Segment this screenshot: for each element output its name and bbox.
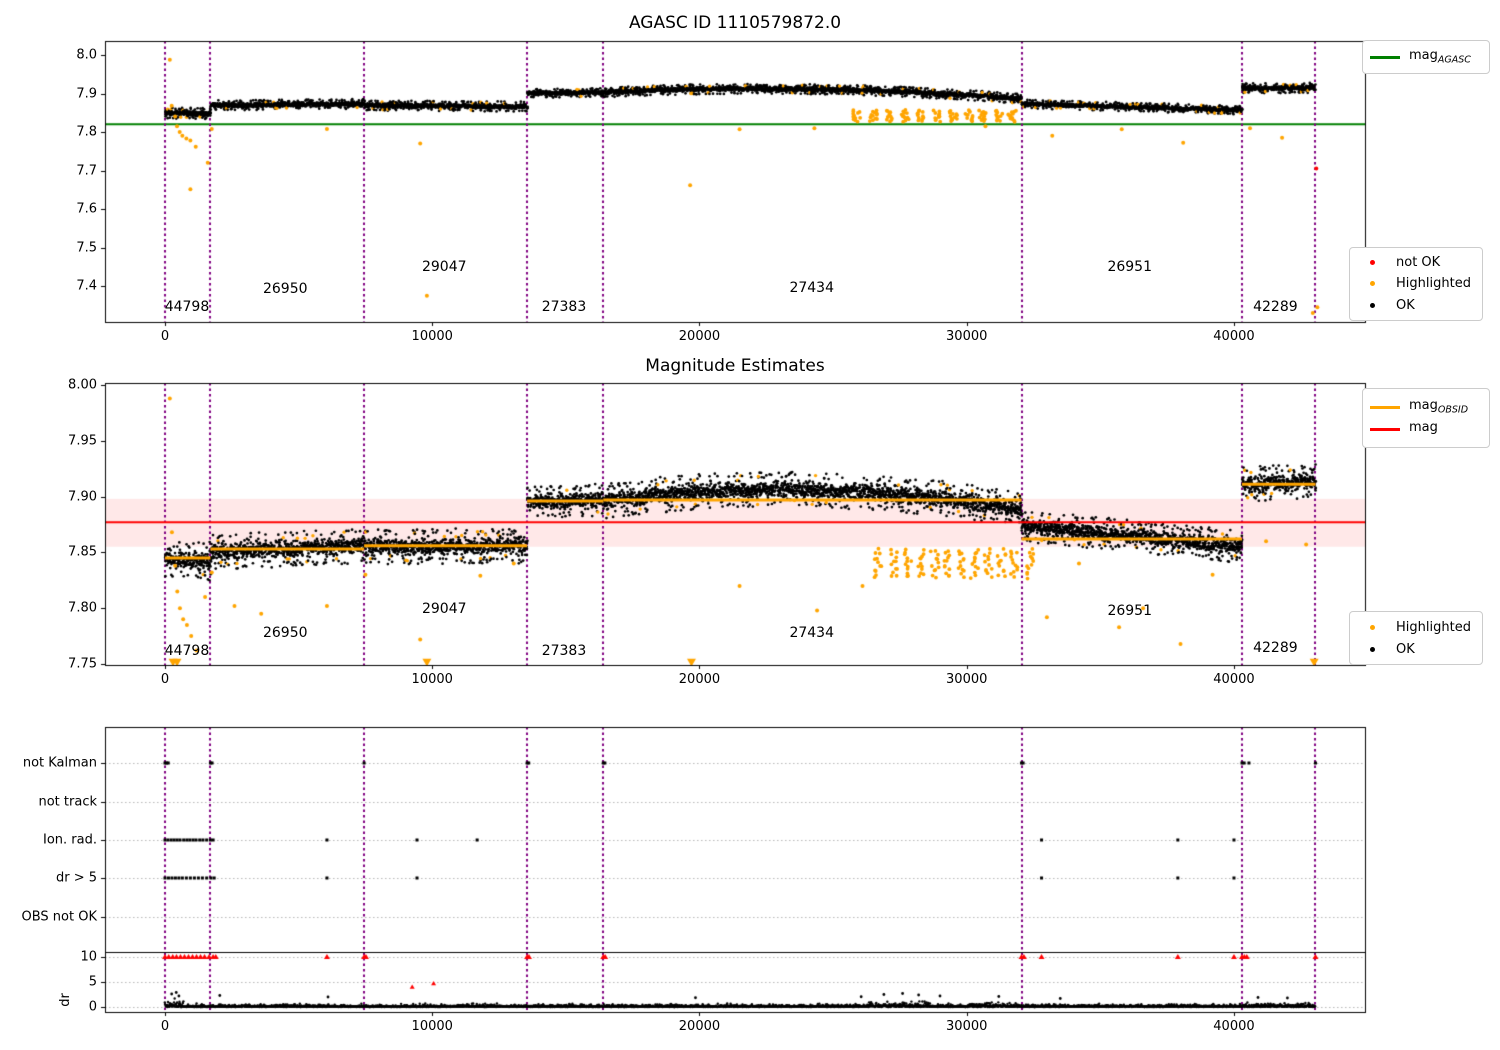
x-tick-label: 20000 xyxy=(678,672,721,687)
obsid-label: 27434 xyxy=(789,625,834,641)
red-dot-swatch xyxy=(1356,260,1388,266)
legend-item: Highlighted xyxy=(1356,273,1474,294)
obsid-label: 44798 xyxy=(164,643,210,659)
flag-category-label: not track xyxy=(38,794,97,809)
orange-dot-swatch xyxy=(1356,624,1388,630)
flag-category-label: not Kalman xyxy=(22,755,97,771)
y-tick-label: 8.00 xyxy=(68,377,97,393)
y-tick-label: 7.85 xyxy=(68,544,97,560)
y-tick-label: 7.4 xyxy=(76,278,97,294)
y-tick-label: 7.9 xyxy=(76,86,97,101)
x-tick-label: 20000 xyxy=(678,329,721,344)
dr-tick-label: 10 xyxy=(80,949,97,965)
legend-ax2-points: Highlighted OK xyxy=(1349,611,1483,665)
x-tick-label: 0 xyxy=(160,672,170,687)
obsid-label: 42289 xyxy=(1253,299,1298,315)
y-tick-label: 7.5 xyxy=(76,240,97,255)
red-line-swatch xyxy=(1369,427,1401,431)
obsid-label: 27383 xyxy=(541,299,587,315)
plot1-title: AGASC ID 1110579872.0 xyxy=(628,13,842,33)
y-tick-label: 8.0 xyxy=(76,47,97,63)
flag-category-label: OBS not OK xyxy=(21,909,98,924)
legend-item: Highlighted xyxy=(1356,616,1474,638)
legend-item: magAGASC xyxy=(1369,46,1481,68)
legend-item: OK xyxy=(1356,638,1474,660)
plot-canvas xyxy=(0,0,1500,1050)
x-tick-label: 40000 xyxy=(1213,1019,1255,1034)
y-tick-label: 7.8 xyxy=(76,124,97,140)
figure: AGASC ID 1110579872.0 Magnitude Estimate… xyxy=(0,0,1500,1050)
legend-item: magOBSID xyxy=(1369,396,1481,418)
x-tick-label: 40000 xyxy=(1213,672,1255,687)
y-tick-label: 7.90 xyxy=(68,489,97,505)
legend-item: mag xyxy=(1369,418,1481,440)
orange-line-swatch xyxy=(1369,405,1401,409)
x-tick-label: 10000 xyxy=(411,1019,453,1034)
flag-category-label: Ion. rad. xyxy=(43,832,97,848)
obsid-label: 26951 xyxy=(1107,603,1153,619)
dr-tick-label: 0 xyxy=(88,999,97,1015)
x-tick-label: 30000 xyxy=(946,329,988,344)
obsid-label: 42289 xyxy=(1253,640,1298,656)
legend-ax2-lines: magOBSID mag xyxy=(1362,388,1490,448)
green-line-swatch xyxy=(1369,55,1401,59)
obsid-label: 26950 xyxy=(262,625,308,641)
obsid-label: 44798 xyxy=(164,299,210,315)
y-tick-label: 7.75 xyxy=(68,656,97,672)
y-tick-label: 7.6 xyxy=(76,201,97,217)
obsid-label: 26950 xyxy=(262,281,308,297)
obsid-label: 29047 xyxy=(421,601,467,617)
obsid-label: 29047 xyxy=(421,259,467,275)
x-tick-label: 0 xyxy=(160,329,170,344)
y-tick-label: 7.80 xyxy=(68,600,97,616)
legend-mag-agasc: magAGASC xyxy=(1362,40,1490,74)
flag-category-label: dr > 5 xyxy=(55,870,97,886)
obsid-label: 26951 xyxy=(1107,259,1153,275)
x-tick-label: 0 xyxy=(160,1019,170,1034)
x-tick-label: 10000 xyxy=(411,672,453,687)
legend-item: not OK xyxy=(1356,252,1474,273)
legend-item: OK xyxy=(1356,295,1474,316)
legend-ax1-points: not OK Highlighted OK xyxy=(1349,247,1483,321)
y-tick-label: 7.7 xyxy=(76,163,97,178)
x-tick-label: 40000 xyxy=(1213,329,1255,344)
x-tick-label: 10000 xyxy=(411,329,453,344)
x-tick-label: 20000 xyxy=(678,1019,721,1034)
obsid-label: 27434 xyxy=(789,280,834,296)
dr-axis-label: dr xyxy=(58,993,73,1007)
plot2-title: Magnitude Estimates xyxy=(645,356,825,376)
black-dot-swatch xyxy=(1356,302,1388,308)
x-tick-label: 30000 xyxy=(946,1019,988,1034)
y-tick-label: 7.95 xyxy=(68,433,97,449)
dr-tick-label: 5 xyxy=(88,974,97,990)
black-dot-swatch xyxy=(1356,646,1388,652)
x-tick-label: 30000 xyxy=(946,672,988,687)
obsid-label: 27383 xyxy=(541,643,587,659)
orange-dot-swatch xyxy=(1356,281,1388,287)
